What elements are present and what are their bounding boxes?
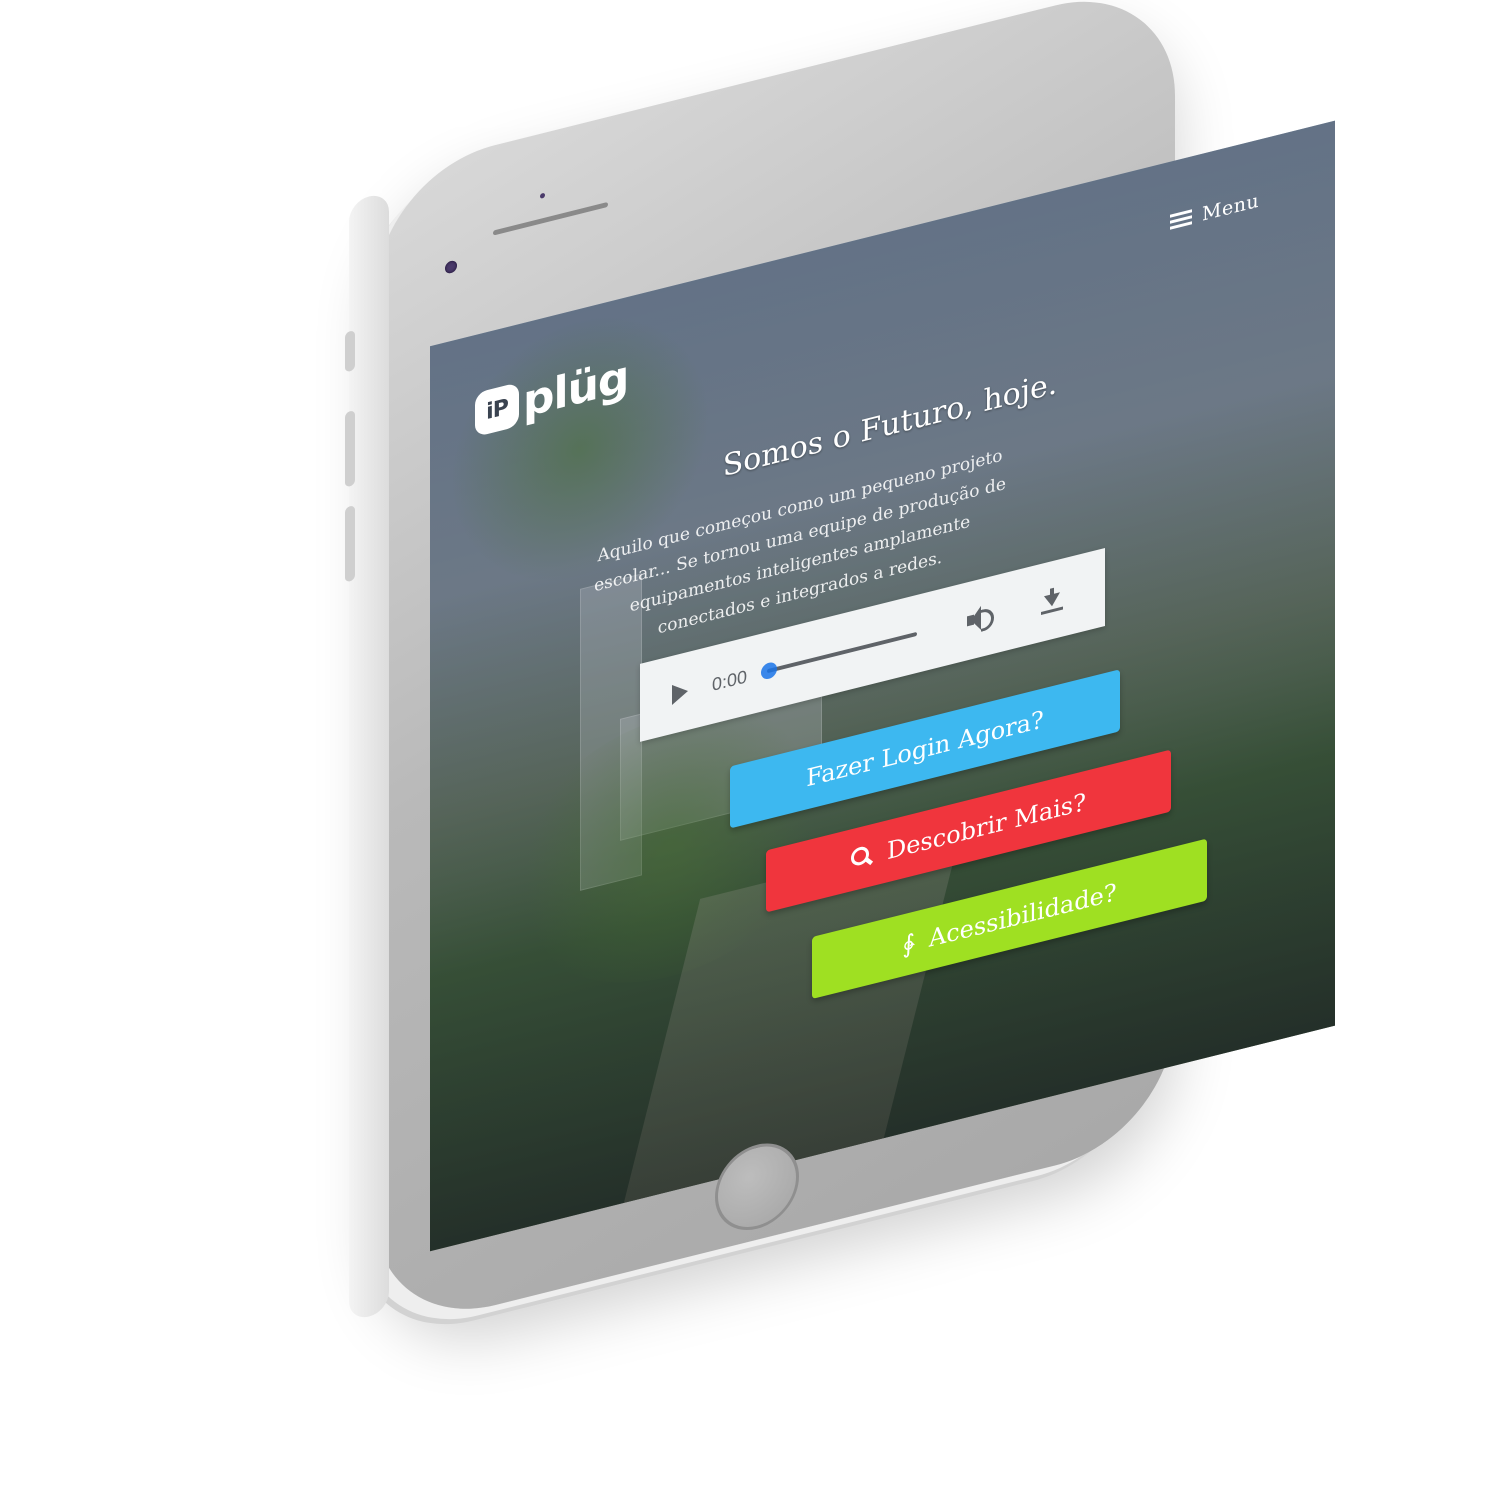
seek-thumb[interactable] [761, 660, 778, 681]
volume-up-button [345, 409, 355, 488]
hamburger-icon [1170, 209, 1192, 230]
phone-frame: Menu iP plüg Somos o Futuro, hoje. Aquil… [345, 0, 1335, 1335]
discover-button-label: Descobrir Mais? [886, 787, 1086, 866]
menu-label: Menu [1202, 189, 1260, 226]
logo-badge-text: iP [486, 394, 508, 425]
phone-screen: Menu iP plüg Somos o Futuro, hoje. Aquil… [430, 120, 1335, 1252]
menu-button[interactable]: Menu [1170, 177, 1310, 234]
menu-container: Menu [1150, 177, 1310, 247]
play-icon[interactable] [672, 680, 688, 705]
brand-logo[interactable]: iP plüg [475, 350, 629, 438]
earpiece-speaker [493, 201, 608, 236]
search-icon [850, 844, 874, 871]
logo-wordmark: plüg [523, 350, 629, 429]
hearing-icon: ∳ [902, 928, 915, 960]
audio-seek-bar[interactable] [761, 631, 918, 681]
mute-switch [345, 329, 355, 373]
proximity-sensor [540, 192, 545, 199]
phone-edge [349, 191, 389, 1322]
download-icon[interactable] [1041, 585, 1064, 615]
stage: Menu iP plüg Somos o Futuro, hoje. Aquil… [0, 0, 1500, 1500]
accessibility-button-label: Acessibilidade? [928, 878, 1117, 953]
screen-content: Menu iP plüg Somos o Futuro, hoje. Aquil… [430, 121, 1335, 1252]
volume-icon[interactable] [967, 603, 995, 633]
audio-current-time: 0:00 [712, 665, 748, 695]
logo-badge: iP [475, 382, 519, 438]
volume-down-button [345, 504, 355, 583]
login-button-label: Fazer Login Agora? [806, 705, 1044, 793]
front-camera [445, 259, 457, 275]
